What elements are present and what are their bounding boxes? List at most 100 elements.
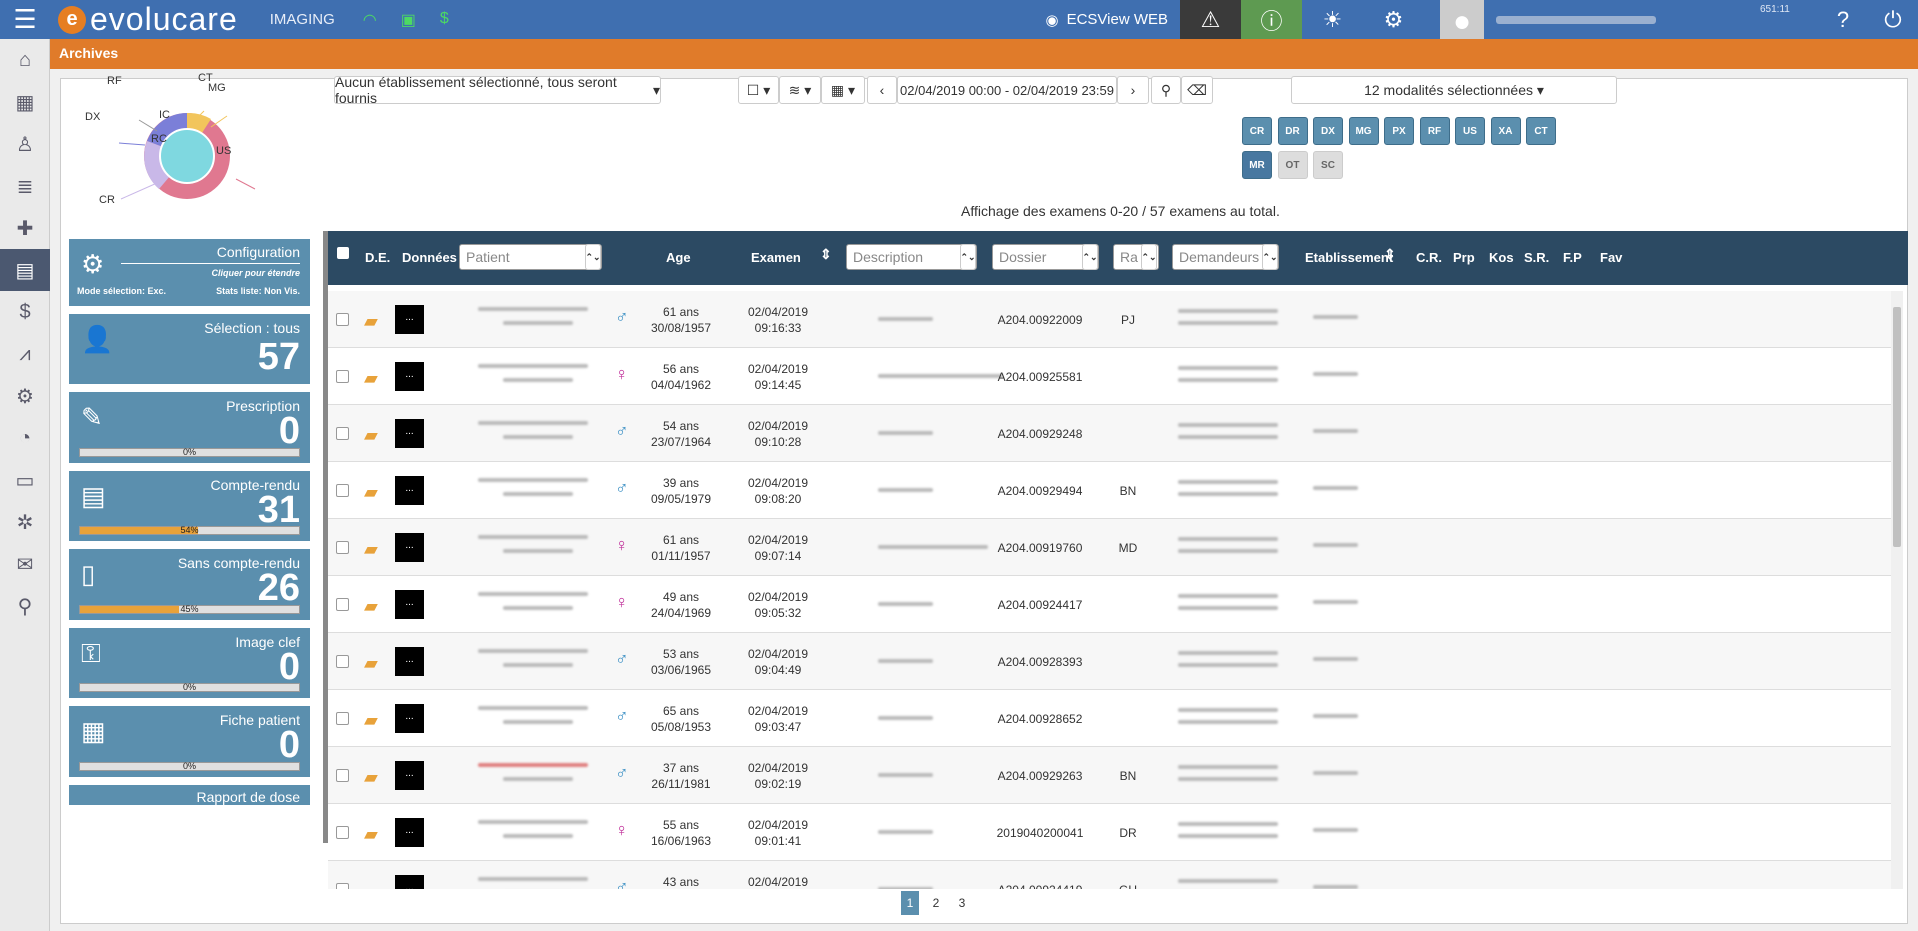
modality-dr-button[interactable]: DR <box>1277 117 1308 145</box>
col-cr[interactable]: C.R. <box>1416 250 1442 265</box>
modality-dx-button[interactable]: DX <box>1313 117 1343 145</box>
warning-icon[interactable]: ⚠ <box>1180 0 1241 39</box>
modality-ot-button[interactable]: OT <box>1277 151 1308 179</box>
table-row[interactable]: ▰... ♀ 49 ans 24/04/1969 02/04/2019 09:05:32 A… <box>328 576 1891 633</box>
thumbnail[interactable]: ... <box>395 647 424 676</box>
chart-icon[interactable]: ⩘ <box>0 333 50 375</box>
examen-sort-icon[interactable]: ⇕ <box>820 246 832 263</box>
sans-compte-rendu-tile[interactable]: ▯ Sans compte-rendu 26 45% <box>69 549 310 620</box>
col-de[interactable]: D.E. <box>365 250 390 265</box>
establishment-dropdown[interactable]: Aucun établissement sélectionné, tous se… <box>334 74 661 106</box>
select-all-checkbox[interactable] <box>337 247 349 259</box>
help-icon[interactable]: ? <box>1818 0 1868 39</box>
modality-pie-chart[interactable]: RF CT MG DX IC RC US CR <box>61 72 309 234</box>
page-1-button[interactable]: 1 <box>901 891 919 915</box>
folder-icon[interactable]: ▰ <box>364 824 378 845</box>
table-row[interactable]: ▰... ♂ 39 ans 09/05/1979 02/04/2019 09:08:20 A… <box>328 462 1891 519</box>
eraser-button[interactable]: ⌫ <box>1181 76 1213 104</box>
row-checkbox[interactable] <box>336 712 349 725</box>
folder-icon[interactable]: ▰ <box>364 767 378 788</box>
row-checkbox[interactable] <box>336 541 349 554</box>
next-date-button[interactable]: › <box>1117 76 1149 104</box>
col-fp[interactable]: F.P <box>1563 250 1582 265</box>
search-button[interactable]: ⚲ <box>1151 76 1181 104</box>
select-checkbox-dropdown[interactable]: ☐ ▾ <box>738 76 779 104</box>
dashboard-icon[interactable]: ◔ <box>0 417 50 459</box>
chat-icon[interactable]: ✉ <box>0 543 50 585</box>
row-checkbox[interactable] <box>336 313 349 326</box>
layers-dropdown[interactable]: ≋ ▾ <box>779 76 821 104</box>
table-scroll-thumb[interactable] <box>1893 307 1901 547</box>
row-checkbox[interactable] <box>336 427 349 440</box>
calendar-icon[interactable]: ▦ <box>0 81 50 123</box>
folder-icon[interactable]: ▰ <box>364 311 378 332</box>
page-3-button[interactable]: 3 <box>953 891 971 915</box>
table-row[interactable]: ▰... ♀ 56 ans 04/04/1962 02/04/2019 09:14:45 A… <box>328 348 1891 405</box>
page-2-button[interactable]: 2 <box>927 891 945 915</box>
modality-xa-button[interactable]: XA <box>1490 117 1521 145</box>
search-icon[interactable]: ⚲ <box>0 585 50 627</box>
terminal-icon[interactable]: ▭ <box>0 459 50 501</box>
col-examen[interactable]: Examen <box>751 250 801 265</box>
fiche-patient-tile[interactable]: ▦ Fiche patient 0 0% <box>69 706 310 777</box>
col-kos[interactable]: Kos <box>1489 250 1514 265</box>
row-checkbox[interactable] <box>336 484 349 497</box>
folder-icon[interactable]: ▰ <box>364 539 378 560</box>
selection-tile[interactable]: 👤 Sélection : tous 57 <box>69 314 310 384</box>
modality-px-button[interactable]: PX <box>1384 117 1414 145</box>
cog-icon[interactable]: ✲ <box>0 501 50 543</box>
table-row[interactable]: ▰... ♂ 65 ans 05/08/1953 02/04/2019 09:03:47 A… <box>328 690 1891 747</box>
table-row[interactable]: ▰... ♂ 43 ans 02/04/2019 A204.00924419 GU <box>328 861 1891 889</box>
modality-mg-button[interactable]: MG <box>1348 117 1379 145</box>
add-user-icon[interactable]: ♙ <box>0 123 50 165</box>
modalities-dropdown[interactable]: 12 modalités sélectionnées ▾ <box>1291 76 1617 104</box>
demandeurs-sort[interactable]: ⌃⌄ <box>1262 244 1278 270</box>
power-icon[interactable]: ⏻ <box>1868 0 1918 39</box>
description-sort[interactable]: ⌃⌄ <box>960 244 976 270</box>
patient-sort[interactable]: ⌃⌄ <box>585 244 601 270</box>
thumbnail[interactable]: ... <box>395 419 424 448</box>
modality-cr-button[interactable]: CR <box>1242 117 1272 145</box>
table-row[interactable]: ▰... ♂ 53 ans 03/06/1965 02/04/2019 09:04:49 A… <box>328 633 1891 690</box>
folder-icon[interactable]: ▰ <box>364 425 378 446</box>
ecsview-button[interactable]: ◉ ECSView WEB <box>1033 11 1180 29</box>
row-checkbox[interactable] <box>336 826 349 839</box>
prescription-tile[interactable]: ✎ Prescription 0 0% <box>69 392 310 463</box>
folder-icon[interactable]: ▰ <box>364 653 378 674</box>
row-checkbox[interactable] <box>336 655 349 668</box>
gear-icon[interactable]: ⚙ <box>0 375 50 417</box>
patient-filter[interactable]: Patient <box>459 244 602 270</box>
row-checkbox[interactable] <box>336 883 349 889</box>
folder-icon[interactable]: ▰ <box>364 368 378 389</box>
table-row[interactable]: ▰... ♂ 61 ans 30/08/1957 02/04/2019 09:16:33 A… <box>328 291 1891 348</box>
image-clef-tile[interactable]: ⚿ Image clef 0 0% <box>69 628 310 698</box>
thumbnail[interactable]: ... <box>395 818 424 847</box>
config-tile[interactable]: ⚙ Configuration Cliquer pour étendre Mod… <box>69 239 310 306</box>
modality-sc-button[interactable]: SC <box>1313 151 1343 179</box>
row-checkbox[interactable] <box>336 598 349 611</box>
medical-kit-icon[interactable]: ✚ <box>0 207 50 249</box>
modality-us-button[interactable]: US <box>1455 117 1485 145</box>
hamburger-menu-icon[interactable]: ☰ <box>0 0 50 39</box>
compte-rendu-tile[interactable]: ▤ Compte-rendu 31 54% <box>69 471 310 541</box>
col-fav[interactable]: Fav <box>1600 250 1622 265</box>
description-filter[interactable]: Description <box>846 244 977 270</box>
row-checkbox[interactable] <box>336 370 349 383</box>
col-prp[interactable]: Prp <box>1453 250 1475 265</box>
folder-icon[interactable]: ▰ <box>364 710 378 731</box>
dollar-icon[interactable]: $ <box>0 291 50 333</box>
table-row[interactable]: ▰... ♂ 54 ans 23/07/1964 02/04/2019 09:10:28 A… <box>328 405 1891 462</box>
thumbnail[interactable]: ... <box>395 305 424 334</box>
row-checkbox[interactable] <box>336 769 349 782</box>
calendar-dropdown[interactable]: ▦ ▾ <box>821 76 865 104</box>
modality-rf-button[interactable]: RF <box>1419 117 1450 145</box>
thumbnail[interactable]: ... <box>395 476 424 505</box>
avatar[interactable]: ● <box>1440 0 1484 39</box>
folder-icon[interactable]: ▰ <box>364 596 378 617</box>
alert-icon[interactable]: ⓘ <box>1241 0 1302 39</box>
col-sr[interactable]: S.R. <box>1524 250 1549 265</box>
rapport-dose-tile[interactable]: Rapport de dose <box>69 785 310 805</box>
etab-sort-icon[interactable]: ⇕ <box>1384 246 1396 263</box>
home-icon[interactable]: ⌂ <box>0 39 50 81</box>
thumbnail[interactable]: ... <box>395 704 424 733</box>
